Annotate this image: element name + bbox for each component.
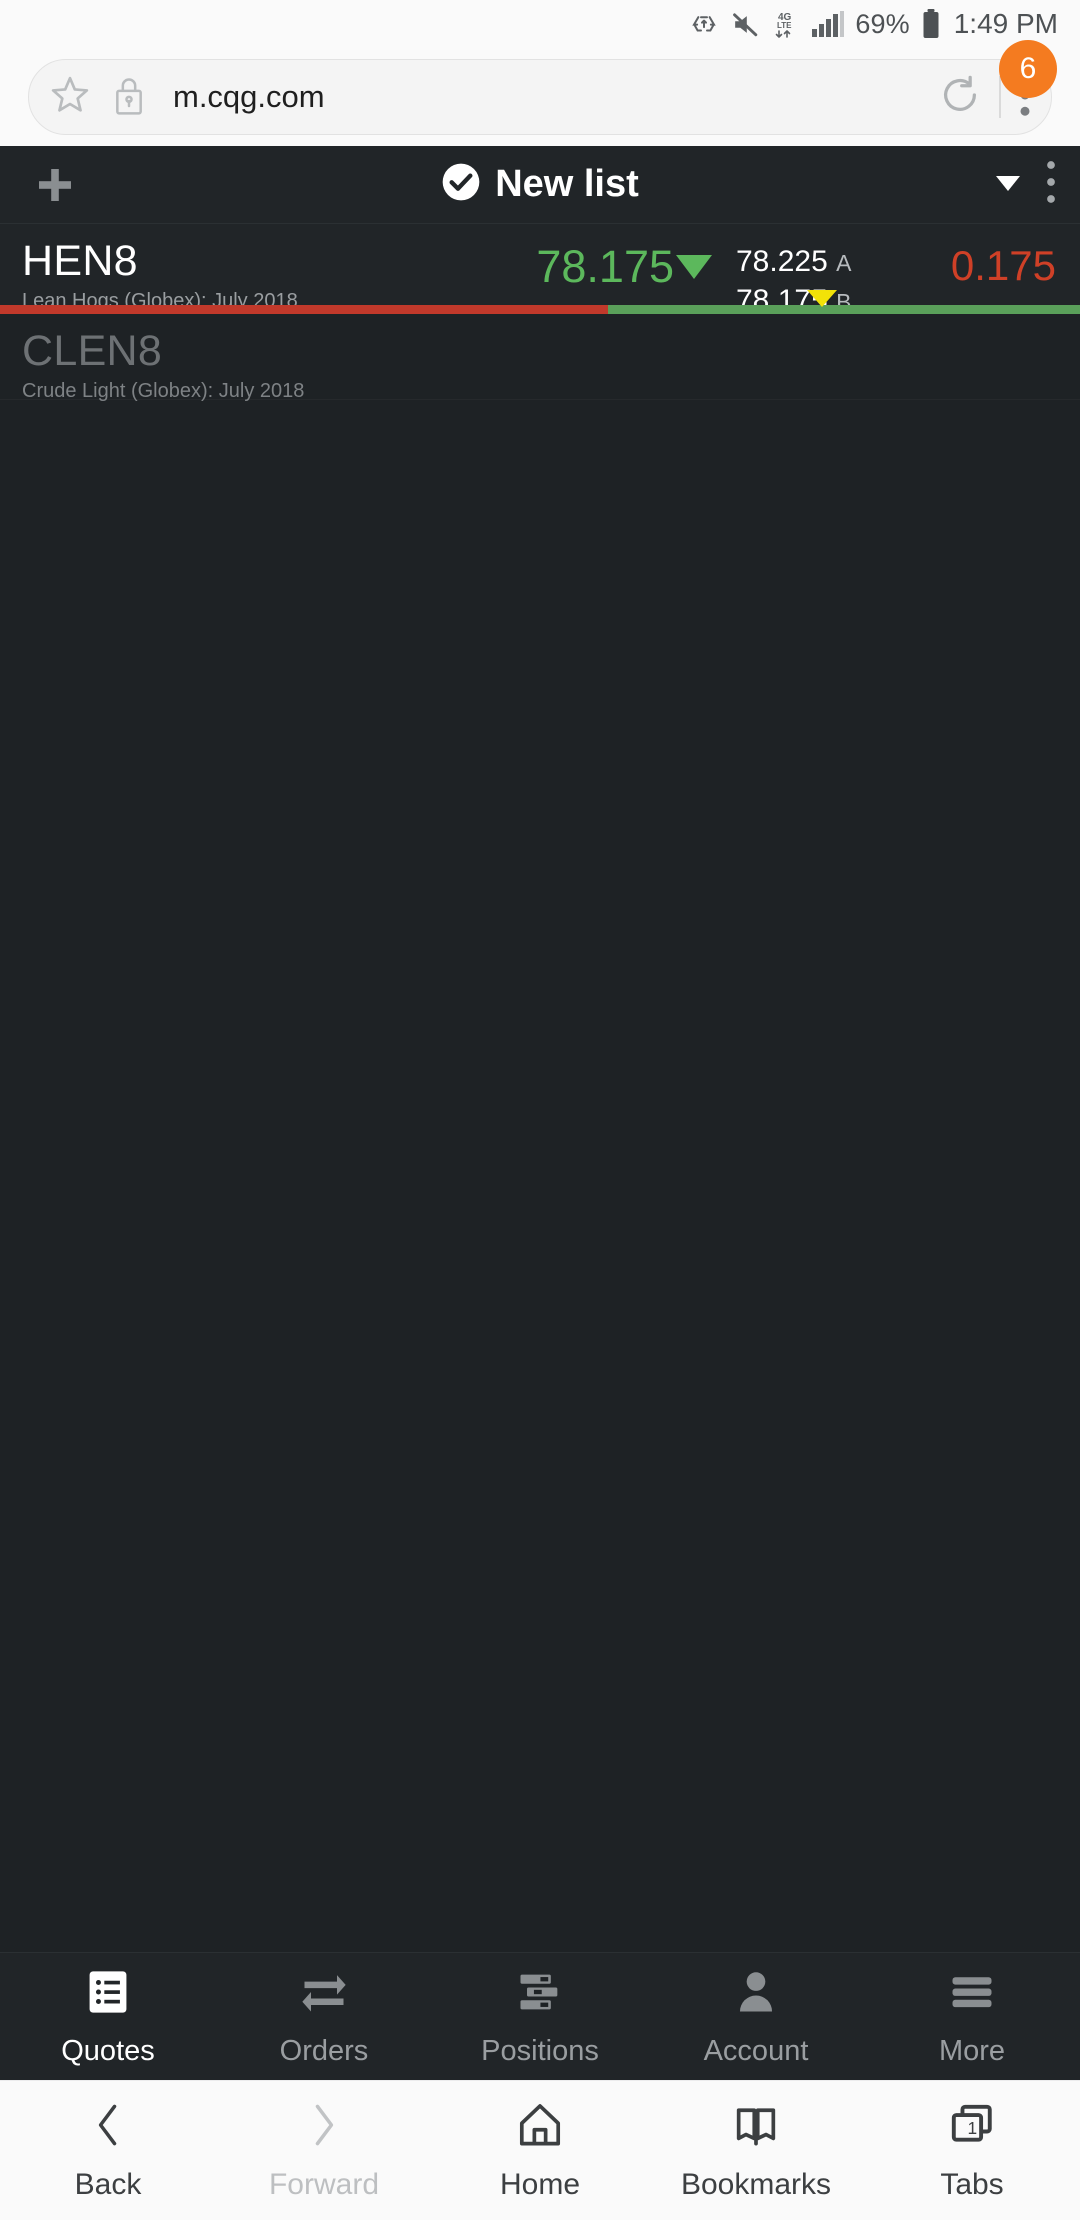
check-circle-icon bbox=[441, 162, 481, 207]
signal-bars-icon bbox=[811, 10, 845, 38]
net-change-label: 0.175 bbox=[950, 242, 1056, 289]
tab-label: Orders bbox=[279, 2034, 369, 2067]
tab-count-badge[interactable]: 6 bbox=[999, 40, 1057, 98]
symbol-description: Crude Light (Globex): July 2018 bbox=[22, 379, 305, 402]
table-row[interactable]: HEN8 Lean Hogs (Globex): July 2018 78.17… bbox=[0, 224, 1080, 317]
tab-label: More bbox=[938, 2034, 1006, 2067]
range-bar-marker-icon bbox=[806, 290, 837, 307]
lock-icon[interactable] bbox=[109, 73, 149, 122]
nav-home-button[interactable]: Home bbox=[432, 2099, 648, 2202]
last-price-cell: 78.175 bbox=[452, 240, 712, 293]
person-icon bbox=[730, 1966, 782, 2023]
ask-suffix-label: A bbox=[836, 250, 852, 276]
symbol-cell: CLEN8 Crude Light (Globex): July 2018 bbox=[22, 327, 452, 403]
nav-label: Tabs bbox=[940, 2168, 1004, 2201]
svg-text:1: 1 bbox=[967, 2118, 977, 2138]
tab-account[interactable]: Account bbox=[648, 1966, 864, 2068]
tab-quotes[interactable]: Quotes bbox=[0, 1966, 216, 2068]
tab-more[interactable]: More bbox=[864, 1966, 1080, 2068]
bookmark-star-icon[interactable] bbox=[47, 72, 93, 123]
triangle-down-icon bbox=[676, 255, 712, 279]
book-icon bbox=[730, 2099, 782, 2156]
tab-positions[interactable]: Positions bbox=[432, 1966, 648, 2068]
app-header: New list bbox=[0, 146, 1080, 224]
address-bar[interactable]: m.cqg.com 6 bbox=[28, 40, 1057, 135]
range-bar-red bbox=[0, 305, 609, 314]
clock-label: 1:49 PM bbox=[953, 8, 1058, 39]
tab-label: Quotes bbox=[61, 2034, 155, 2067]
vertical-dots-icon[interactable] bbox=[1044, 159, 1058, 210]
range-bar bbox=[0, 305, 1080, 314]
home-icon bbox=[514, 2099, 566, 2156]
screen-root: 4G LTE 69% 1:49 PM m.cqg.com 6 New list … bbox=[0, 0, 1080, 2220]
app-header-actions bbox=[990, 159, 1080, 210]
tab-label: Account bbox=[703, 2034, 809, 2067]
4g-lte-icon: 4G LTE bbox=[772, 9, 800, 39]
table-row[interactable]: CLEN8 Crude Light (Globex): July 2018 bbox=[0, 314, 1080, 403]
battery-percent-label: 69% bbox=[855, 8, 910, 39]
symbol-label: HEN8 bbox=[22, 237, 138, 285]
transfer-arrows-icon bbox=[298, 1966, 350, 2023]
chevron-left-icon bbox=[85, 2099, 131, 2156]
chevron-right-icon bbox=[301, 2099, 347, 2156]
ask-row: 78.225 A bbox=[736, 242, 912, 281]
list-title-group: New list bbox=[0, 146, 1080, 223]
quote-list: HEN8 Lean Hogs (Globex): July 2018 78.17… bbox=[0, 224, 1080, 1952]
url-text[interactable]: m.cqg.com bbox=[173, 79, 921, 115]
browser-nav-bar: Back Forward Home Bookmarks 1 Tabs bbox=[0, 2080, 1080, 2220]
battery-icon bbox=[921, 8, 941, 40]
android-status-bar: 4G LTE 69% 1:49 PM bbox=[0, 0, 1080, 48]
ask-price-label: 78.225 bbox=[736, 245, 828, 278]
symbol-label: CLEN8 bbox=[22, 327, 163, 375]
hamburger-icon bbox=[946, 1966, 998, 2023]
nav-label: Bookmarks bbox=[680, 2168, 832, 2201]
mute-icon bbox=[730, 9, 761, 40]
app-tab-bar: Quotes Orders Positions Account More bbox=[0, 1952, 1080, 2080]
page-title: New list bbox=[495, 163, 639, 205]
nav-tabs-button[interactable]: 1 Tabs bbox=[864, 2099, 1080, 2202]
tab-orders[interactable]: Orders bbox=[216, 1966, 432, 2068]
browser-url-bar: m.cqg.com 6 bbox=[0, 40, 1080, 146]
reload-icon[interactable] bbox=[937, 72, 983, 123]
last-price-label: 78.175 bbox=[536, 241, 674, 292]
chevron-down-icon[interactable] bbox=[990, 164, 1026, 205]
data-saver-icon bbox=[689, 9, 719, 39]
symbol-cell: HEN8 Lean Hogs (Globex): July 2018 bbox=[22, 237, 452, 313]
tabs-icon: 1 bbox=[946, 2099, 998, 2156]
add-symbol-button[interactable] bbox=[0, 161, 110, 209]
nav-forward-button[interactable]: Forward bbox=[216, 2099, 432, 2202]
range-bar-green bbox=[608, 305, 1080, 314]
tab-label: Positions bbox=[481, 2034, 599, 2067]
svg-text:LTE: LTE bbox=[777, 21, 792, 30]
nav-bookmarks-button[interactable]: Bookmarks bbox=[648, 2099, 864, 2202]
positions-bars-icon bbox=[514, 1966, 566, 2023]
nav-back-button[interactable]: Back bbox=[0, 2099, 216, 2202]
nav-label: Forward bbox=[268, 2168, 380, 2201]
toolbar-divider bbox=[999, 76, 1001, 118]
nav-label: Back bbox=[74, 2168, 142, 2201]
nav-label: Home bbox=[499, 2168, 581, 2201]
quotes-list-icon bbox=[82, 1966, 134, 2023]
